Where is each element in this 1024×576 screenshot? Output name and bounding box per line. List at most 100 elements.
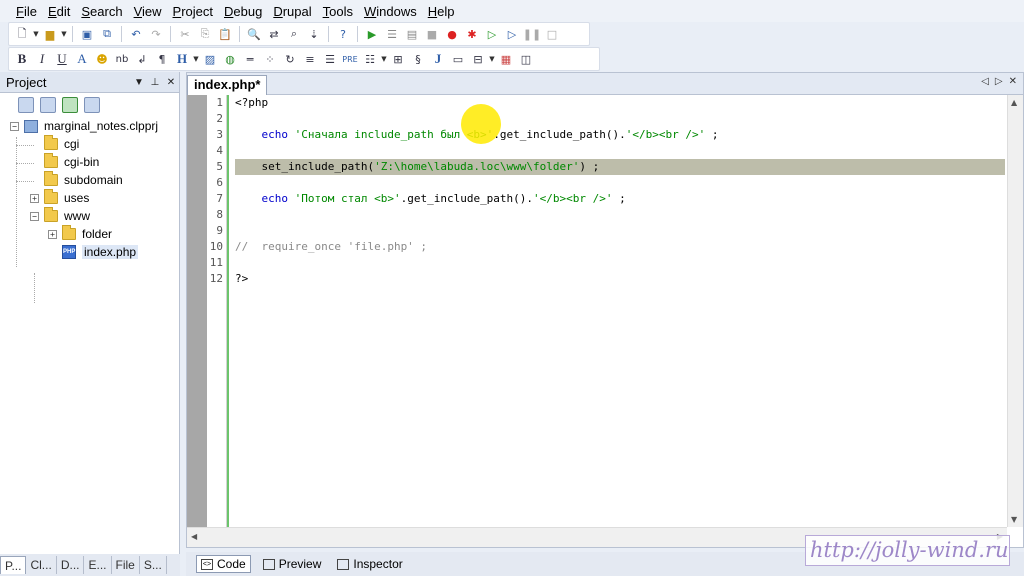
expand-icon[interactable]: + <box>30 193 39 203</box>
menu-file[interactable]: File <box>12 4 41 19</box>
expand-icon[interactable]: + <box>48 229 57 239</box>
copy-icon[interactable]: ⎘ <box>196 25 214 43</box>
collapse-icon[interactable]: − <box>30 211 39 221</box>
tree-item-www[interactable]: − www <box>30 207 90 225</box>
scroll-left-icon[interactable]: ◀ <box>191 532 197 541</box>
italic-button[interactable]: I <box>33 50 51 68</box>
redo-icon[interactable]: ↷ <box>147 25 165 43</box>
goto-icon[interactable]: ⇣ <box>305 25 323 43</box>
menu-debug[interactable]: Debug <box>220 4 266 19</box>
help-icon[interactable]: ? <box>334 25 352 43</box>
image-icon[interactable]: ▨ <box>201 50 219 68</box>
undo-icon[interactable]: ↶ <box>127 25 145 43</box>
new-file-icon[interactable]: 🗋 <box>13 25 31 43</box>
tree-item-uses[interactable]: + uses <box>30 189 89 207</box>
tab-close-icon[interactable]: ✕ <box>1009 76 1017 87</box>
table-icon[interactable]: ⊞ <box>389 50 407 68</box>
tab-e[interactable]: E... <box>84 556 112 574</box>
tab-index-php[interactable]: index.php* <box>187 75 268 95</box>
tab-code[interactable]: <> Code <box>196 555 251 573</box>
nbsp-button[interactable]: nb <box>113 50 131 68</box>
form-dropdown-icon[interactable]: ▼ <box>489 55 495 63</box>
step-icon[interactable]: ▷ <box>503 25 521 43</box>
pin-icon[interactable]: ⊥ <box>147 77 163 88</box>
tab-inspector[interactable]: Inspector <box>333 555 406 573</box>
tree-item-cgi[interactable]: cgi <box>44 135 79 153</box>
tree-item-cgi-bin[interactable]: cgi-bin <box>44 153 99 171</box>
tab-s[interactable]: S... <box>140 556 167 574</box>
run-browser-icon[interactable]: ▤ <box>403 25 421 43</box>
script-button[interactable]: J <box>429 50 447 68</box>
panel-menu-icon[interactable]: ▼ <box>131 77 147 88</box>
save-all-icon[interactable]: ⧉ <box>98 25 116 43</box>
vertical-scrollbar[interactable]: ▲ ▼ <box>1007 95 1023 527</box>
style-icon[interactable]: § <box>409 50 427 68</box>
find-icon[interactable]: 🔍 <box>245 25 263 43</box>
stop-icon[interactable]: ■ <box>423 25 441 43</box>
project-settings-icon[interactable] <box>84 97 100 113</box>
paste-icon[interactable]: 📋 <box>216 25 234 43</box>
menu-search[interactable]: Search <box>77 4 126 19</box>
globe-icon[interactable]: ◍ <box>221 50 239 68</box>
replace-icon[interactable]: ⇄ <box>265 25 283 43</box>
open-dropdown-icon[interactable]: ▼ <box>61 30 67 38</box>
align-icon[interactable]: ☰ <box>321 50 339 68</box>
menu-help[interactable]: Help <box>424 4 459 19</box>
tree-item-folder[interactable]: + folder <box>48 225 112 243</box>
menu-edit[interactable]: Edit <box>44 4 74 19</box>
tree-item-subdomain[interactable]: subdomain <box>44 171 123 189</box>
heading-dropdown-icon[interactable]: ▼ <box>193 55 199 63</box>
tab-project[interactable]: P... <box>0 556 27 574</box>
collapse-icon[interactable]: − <box>10 121 19 131</box>
tab-preview[interactable]: Preview <box>259 555 326 573</box>
scroll-down-icon[interactable]: ▼ <box>1011 515 1017 524</box>
pre-button[interactable]: PRE <box>341 50 359 68</box>
close-icon[interactable]: ✕ <box>163 77 179 88</box>
paragraph-button[interactable]: ¶ <box>153 50 171 68</box>
add-file-icon[interactable] <box>18 97 34 113</box>
tab-next-icon[interactable]: ▷ <box>995 76 1003 87</box>
find-in-files-icon[interactable]: ⌕ <box>285 25 303 43</box>
tree-item-project[interactable]: − marginal_notes.clpprj <box>10 117 158 135</box>
refresh-icon[interactable]: ↻ <box>281 50 299 68</box>
form-elements-icon[interactable]: ⊟ <box>469 50 487 68</box>
menu-project[interactable]: Project <box>169 4 217 19</box>
breakpoint-icon[interactable]: ● <box>443 25 461 43</box>
open-folder-icon[interactable]: ▆ <box>41 25 59 43</box>
anchor-button[interactable]: A <box>73 50 91 68</box>
form-icon[interactable]: ▭ <box>449 50 467 68</box>
continue-icon[interactable]: ▷ <box>483 25 501 43</box>
color-icon[interactable]: ▦ <box>497 50 515 68</box>
list-dropdown-icon[interactable]: ▼ <box>381 55 387 63</box>
align-center-icon[interactable]: ≡ <box>301 50 319 68</box>
new-dropdown-icon[interactable]: ▼ <box>33 30 39 38</box>
tab-file[interactable]: File <box>112 556 140 574</box>
add-folder-icon[interactable] <box>40 97 56 113</box>
save-icon[interactable]: ▣ <box>78 25 96 43</box>
stop-debug-icon[interactable]: □ <box>543 25 561 43</box>
list-icon[interactable]: ☷ <box>361 50 379 68</box>
bold-button[interactable]: B <box>13 50 31 68</box>
debug-icon[interactable]: ✱ <box>463 25 481 43</box>
menu-view[interactable]: View <box>130 4 166 19</box>
run-icon[interactable]: ▶ <box>363 25 381 43</box>
tab-prev-icon[interactable]: ◁ <box>981 76 989 87</box>
tab-d[interactable]: D... <box>57 556 85 574</box>
tree-item-index-php[interactable]: PHP index.php <box>62 243 139 261</box>
scroll-up-icon[interactable]: ▲ <box>1011 98 1017 107</box>
tab-classes[interactable]: Cl... <box>26 556 57 574</box>
line-break-icon[interactable]: ↲ <box>133 50 151 68</box>
smiley-icon[interactable]: ☻ <box>93 50 111 68</box>
refresh-project-icon[interactable] <box>62 97 78 113</box>
menu-drupal[interactable]: Drupal <box>269 4 315 19</box>
menu-windows[interactable]: Windows <box>360 4 421 19</box>
pause-icon[interactable]: ❚❚ <box>523 25 541 43</box>
code-editor[interactable]: <?php echo 'Сначала include_path был <b>… <box>235 95 1007 527</box>
frame-icon[interactable]: ◫ <box>517 50 535 68</box>
horizontal-rule-icon[interactable]: ═ <box>241 50 259 68</box>
cut-icon[interactable]: ✂ <box>176 25 194 43</box>
menu-tools[interactable]: Tools <box>319 4 357 19</box>
underline-button[interactable]: U <box>53 50 71 68</box>
comment-icon[interactable]: ⁘ <box>261 50 279 68</box>
run-options-icon[interactable]: ☰ <box>383 25 401 43</box>
